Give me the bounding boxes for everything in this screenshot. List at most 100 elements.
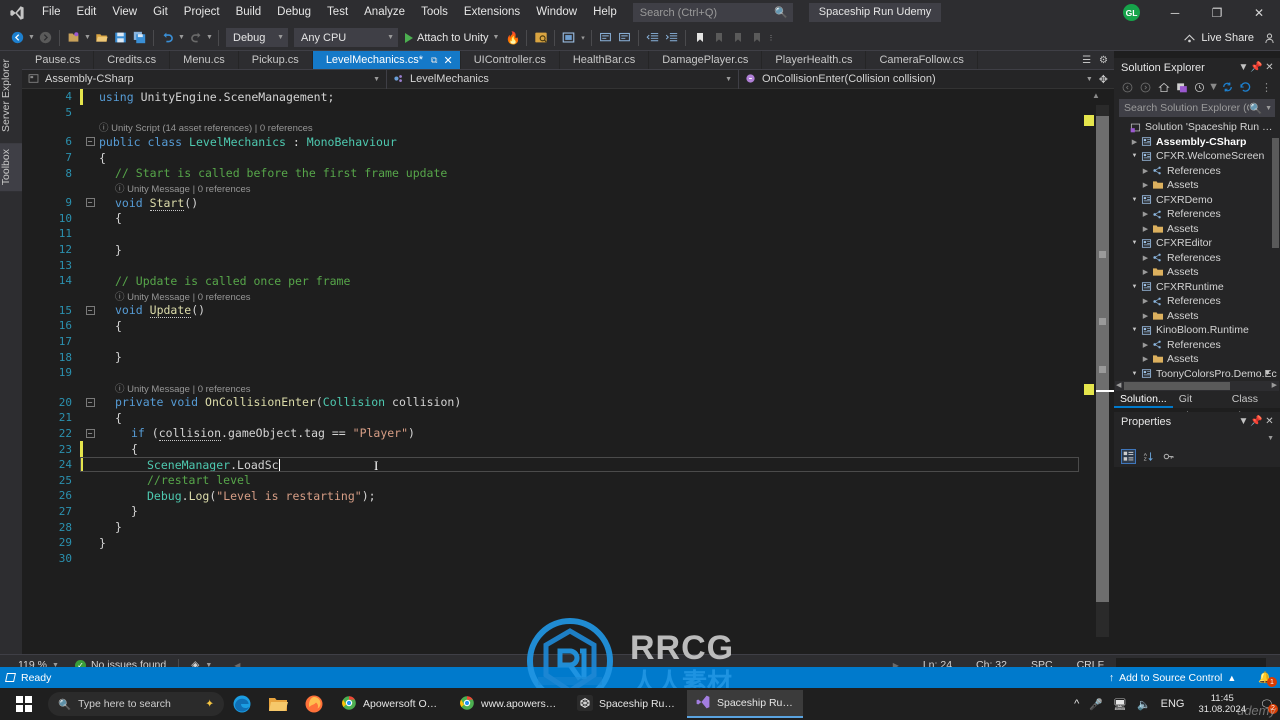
editor-tab-3[interactable]: Pickup.cs xyxy=(239,51,313,69)
solution-tree-item[interactable]: ▶ References xyxy=(1114,251,1280,266)
tab-settings-icon[interactable]: ⚙ xyxy=(1099,55,1108,66)
expand-arrow-down-icon[interactable]: ▼ xyxy=(1129,153,1140,159)
properties-menu-icon[interactable]: ▼ xyxy=(1237,416,1250,427)
taskbar-window-3[interactable]: Spaceship Run Ude... xyxy=(687,690,803,718)
member-dropdown[interactable]: OnCollisionEnter(Collision collision) ▼ xyxy=(739,70,1099,89)
expand-arrow-right-icon[interactable]: ▶ xyxy=(1129,138,1140,146)
se-sync-with-active-icon[interactable] xyxy=(1174,79,1189,95)
expand-arrow-right-icon[interactable]: ▶ xyxy=(1140,355,1151,363)
menu-git[interactable]: Git xyxy=(145,0,176,25)
code-line[interactable]: 16 { xyxy=(22,318,1079,334)
collapse-icon[interactable]: − xyxy=(85,428,95,438)
solution-explorer-search-input[interactable]: Search Solution Explorer (Ctrl+; 🔍 ▼ xyxy=(1119,99,1275,117)
se-horizontal-scrollbar[interactable]: ◀ ▶ xyxy=(1115,381,1279,391)
window-layout-icon[interactable] xyxy=(559,27,578,49)
new-project-icon[interactable] xyxy=(64,27,83,49)
code-line[interactable]: 5 xyxy=(22,105,1079,121)
se-collapse-all-icon[interactable] xyxy=(1238,79,1253,95)
code-line[interactable]: 30 xyxy=(22,550,1079,566)
editor-tab-0[interactable]: Pause.cs xyxy=(22,51,95,69)
editor-tab-7[interactable]: DamagePlayer.cs xyxy=(649,51,763,69)
se-scroll-down-icon[interactable]: ▼ xyxy=(1264,370,1271,377)
indent-decrease-icon[interactable] xyxy=(643,27,662,49)
expand-arrow-right-icon[interactable]: ▶ xyxy=(1140,297,1151,305)
close-button[interactable]: ✕ xyxy=(1238,0,1280,25)
code-line[interactable]: 27} xyxy=(22,504,1079,520)
code-line[interactable]: 11 xyxy=(22,226,1079,242)
bookmark-next-icon[interactable] xyxy=(728,27,747,49)
taskbar-firefox-icon[interactable] xyxy=(296,688,332,720)
code-text-area[interactable]: 4 using UnityEngine.SceneManagement; 5 ⓘ Un… xyxy=(22,89,1079,655)
redo-icon[interactable] xyxy=(186,27,205,49)
server-explorer-tab[interactable]: Server Explorer xyxy=(0,53,22,138)
project-dropdown[interactable]: Assembly-CSharp ▼ xyxy=(22,69,387,89)
expand-arrow-down-icon[interactable]: ▼ xyxy=(1129,371,1140,377)
solution-tree-item[interactable]: ▶ Assets xyxy=(1114,309,1280,324)
expand-arrow-down-icon[interactable]: ▼ xyxy=(1129,197,1140,203)
solution-tree-item[interactable]: ▼ CFXREditor xyxy=(1114,236,1280,251)
taskbar-window-1[interactable]: www.apowersoft.c... xyxy=(451,690,567,718)
code-line[interactable]: 7{ xyxy=(22,150,1079,166)
menu-analyze[interactable]: Analyze xyxy=(356,0,413,25)
source-control-button[interactable]: ↑ Add to Source Control ▲ xyxy=(1109,672,1244,684)
code-line[interactable]: 10 { xyxy=(22,211,1079,227)
menu-build[interactable]: Build xyxy=(228,0,270,25)
redo-caret-icon[interactable]: ▼ xyxy=(205,27,214,49)
editor-tab-1[interactable]: Credits.cs xyxy=(94,51,171,69)
se-scroll-thumb[interactable] xyxy=(1272,138,1279,248)
collapse-icon[interactable]: − xyxy=(85,397,95,407)
code-line[interactable]: 6 − public class LevelMechanics : MonoBeha… xyxy=(22,134,1079,150)
solution-tree-item[interactable]: ▶ References xyxy=(1114,294,1280,309)
expand-arrow-right-icon[interactable]: ▶ xyxy=(1140,210,1151,218)
toolbox-tab[interactable]: Toolbox xyxy=(0,143,22,192)
properties-grid[interactable] xyxy=(1114,467,1280,655)
menu-test[interactable]: Test xyxy=(319,0,356,25)
se-hscroll-thumb[interactable] xyxy=(1124,382,1230,390)
taskbar-window-2[interactable]: Spaceship Run Ude... xyxy=(569,690,685,718)
live-share-user-icon[interactable] xyxy=(1263,25,1276,51)
tray-expand-icon[interactable]: ^ xyxy=(1074,698,1079,710)
menu-project[interactable]: Project xyxy=(176,0,228,25)
code-line[interactable]: 12} xyxy=(22,242,1079,258)
microphone-icon[interactable]: 🎤 xyxy=(1089,698,1103,711)
code-line[interactable]: 22 − if (collision.gameObject.tag == "Play… xyxy=(22,426,1079,442)
solution-tree-item[interactable]: ▶ References xyxy=(1114,338,1280,353)
taskbar-edge-icon[interactable] xyxy=(224,688,260,720)
menu-edit[interactable]: Edit xyxy=(69,0,105,25)
code-line[interactable]: 14 // Update is called once per frame xyxy=(22,273,1079,289)
undo-icon[interactable] xyxy=(158,27,177,49)
unity-attach-icon[interactable] xyxy=(531,27,550,49)
start-button[interactable] xyxy=(0,688,48,720)
uncomment-icon[interactable] xyxy=(615,27,634,49)
save-icon[interactable] xyxy=(111,27,130,49)
code-line[interactable]: 26 Debug.Log("Level is restarting"); xyxy=(22,488,1079,504)
panel-menu-icon[interactable]: ▼ xyxy=(1237,62,1250,73)
restore-button[interactable]: ❐ xyxy=(1196,0,1238,25)
attach-to-unity-button[interactable]: Attach to Unity ▼ xyxy=(401,27,503,49)
taskbar-file-explorer-icon[interactable] xyxy=(260,688,296,720)
properties-key-icon[interactable] xyxy=(1161,449,1176,464)
code-editor[interactable]: 4 using UnityEngine.SceneManagement; 5 ⓘ Un… xyxy=(22,89,1114,655)
properties-object-selector[interactable]: ▼ xyxy=(1114,431,1280,445)
navigate-back-icon[interactable] xyxy=(8,27,27,49)
close-panel-icon[interactable]: ✕ xyxy=(1263,62,1276,73)
se-back-icon[interactable] xyxy=(1120,79,1135,95)
code-lens-annotation[interactable]: ⓘ Unity Message | 0 references xyxy=(22,181,1079,195)
menu-file[interactable]: File xyxy=(34,0,69,25)
fold-column[interactable]: − xyxy=(83,198,97,208)
expand-arrow-down-icon[interactable]: ▼ xyxy=(1129,240,1140,246)
se-pending-changes-icon[interactable] xyxy=(1192,79,1207,95)
se-scroll-left-icon[interactable]: ◀ xyxy=(1116,381,1121,391)
se-search-caret-icon[interactable]: ▼ xyxy=(1262,105,1272,112)
editor-tab-2[interactable]: Menu.cs xyxy=(170,51,239,69)
solution-tree-item[interactable]: ▶ References xyxy=(1114,207,1280,222)
editor-tab-6[interactable]: HealthBar.cs xyxy=(560,51,650,69)
expand-arrow-right-icon[interactable]: ▶ xyxy=(1140,225,1151,233)
se-bottom-tab-0[interactable]: Solution... xyxy=(1114,391,1173,408)
menu-window[interactable]: Window xyxy=(528,0,585,25)
fold-column[interactable]: − xyxy=(83,397,97,407)
taskbar-window-0[interactable]: Apowersoft Online ... xyxy=(333,690,449,718)
global-search-input[interactable]: Search (Ctrl+Q) 🔍 xyxy=(632,3,793,22)
bookmark-prev-icon[interactable] xyxy=(709,27,728,49)
navigate-back-caret-icon[interactable]: ▼ xyxy=(27,27,36,49)
